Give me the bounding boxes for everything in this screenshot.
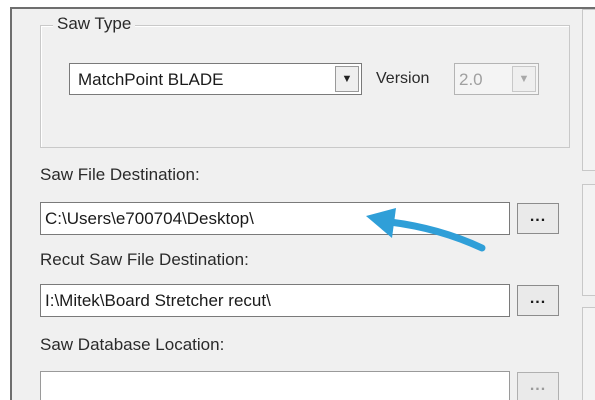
settings-dialog: Saw Type MatchPoint BLADE ▼ Version 2.0 … [10,7,595,400]
saw-type-value: MatchPoint BLADE [78,70,224,89]
saw-type-group-title: Saw Type [53,14,136,34]
chevron-down-icon: ▼ [512,66,536,92]
saw-type-dropdown[interactable]: MatchPoint BLADE ▼ [69,63,362,95]
saw-database-location-label: Saw Database Location: [40,335,225,354]
saw-file-destination-browse-button[interactable]: ... [517,203,559,234]
right-panel-middle [582,184,595,296]
saw-database-location-browse-button[interactable]: ... [517,372,559,400]
version-value: 2.0 [459,70,483,89]
saw-type-groupbox: Saw Type MatchPoint BLADE ▼ Version 2.0 … [40,14,570,148]
recut-saw-file-destination-input[interactable]: I:\Mitek\Board Stretcher recut\ [40,284,510,317]
right-panel-bottom [582,307,595,400]
version-label: Version [376,70,430,87]
saw-database-location-input[interactable] [40,371,510,400]
saw-file-destination-label: Saw File Destination: [40,165,200,184]
version-dropdown: 2.0 ▼ [454,63,539,95]
annotation-arrow-icon [366,208,486,252]
recut-saw-file-destination-browse-button[interactable]: ... [517,285,559,316]
right-panel-top [582,9,595,171]
chevron-down-icon[interactable]: ▼ [335,66,359,92]
recut-saw-file-destination-label: Recut Saw File Destination: [40,250,249,269]
